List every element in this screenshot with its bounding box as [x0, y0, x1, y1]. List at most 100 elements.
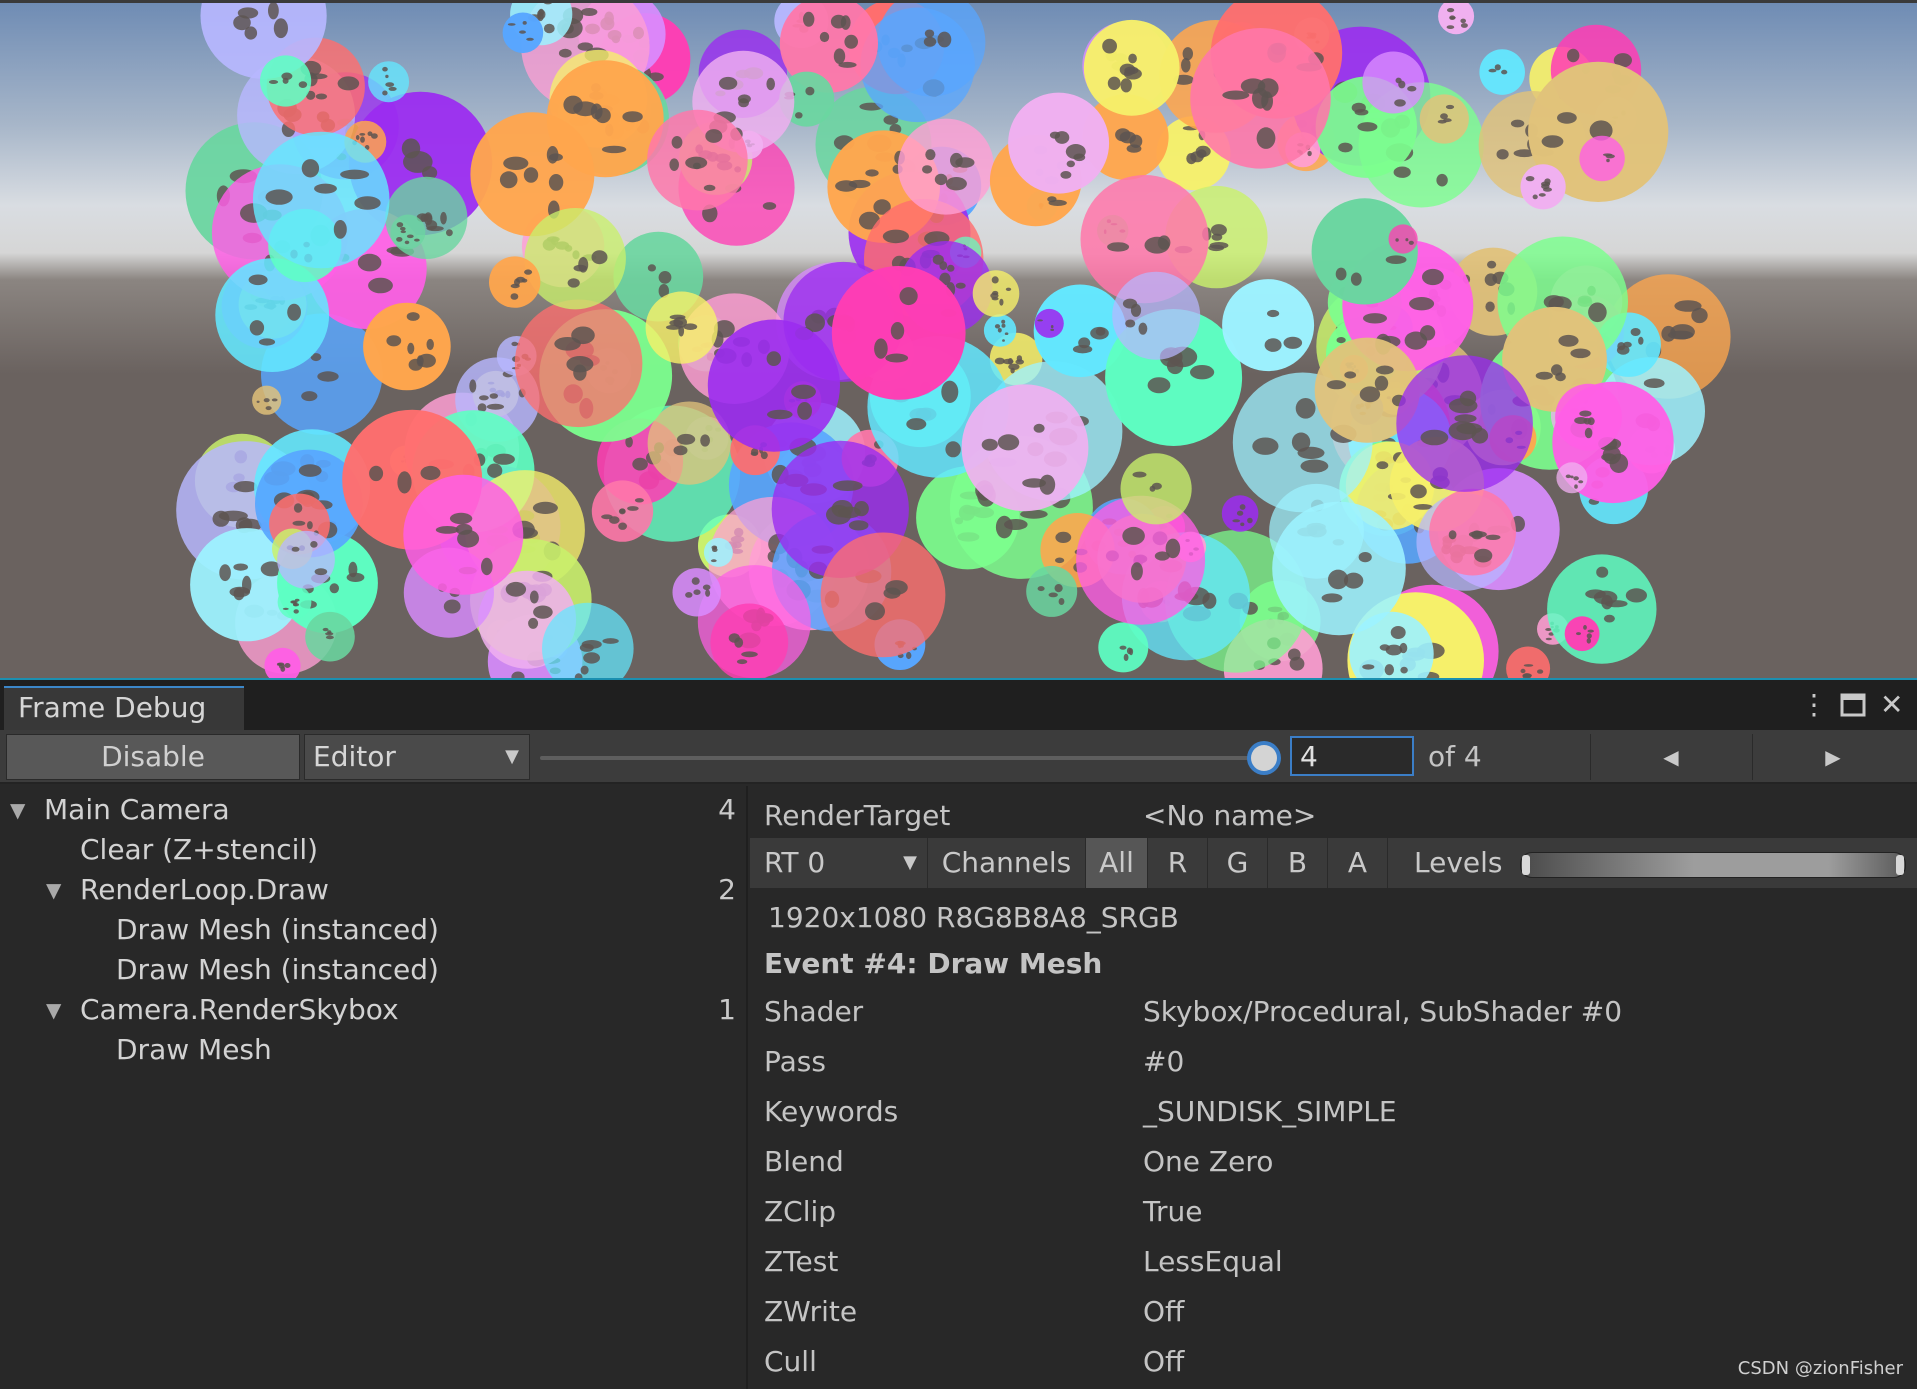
more-options-icon[interactable]: ⋮ — [1800, 688, 1828, 722]
sphere-instance — [1083, 19, 1180, 116]
frame-debugger-window: Frame Debug ⋮ ✕ Disable Editor ▼ of 4 ◀ … — [0, 678, 1917, 1389]
property-key: Pass — [764, 1045, 826, 1078]
tree-row-count: 2 — [718, 873, 736, 906]
sphere-instance — [1098, 622, 1149, 673]
sphere-instance — [1396, 355, 1533, 492]
tree-row[interactable]: ▼ RenderLoop.Draw 2 — [0, 870, 746, 910]
sphere-instance — [305, 611, 355, 662]
event-count-label: of 4 — [1428, 740, 1482, 773]
sphere-instance — [1506, 646, 1551, 678]
channel-button-all[interactable]: All — [1086, 838, 1148, 888]
tree-row[interactable]: ▼ Main Camera 4 — [0, 790, 746, 830]
tab-frame-debug[interactable]: Frame Debug — [4, 686, 244, 730]
tree-row-label: Draw Mesh — [116, 1033, 272, 1066]
rt-select-dropdown[interactable]: RT 0 ▼ — [750, 838, 928, 888]
levels-min-handle[interactable] — [1522, 855, 1530, 875]
sphere-instance — [831, 266, 966, 400]
property-value: _SUNDISK_SIMPLE — [1143, 1095, 1397, 1128]
expand-triangle-icon[interactable]: ▼ — [46, 870, 61, 910]
sphere-instance — [502, 12, 544, 54]
property-value: Skybox/Procedural, SubShader #0 — [1143, 995, 1623, 1028]
expand-triangle-icon[interactable]: ▼ — [46, 990, 61, 1030]
sphere-instance — [1362, 51, 1425, 114]
property-value: #0 — [1143, 1045, 1185, 1078]
event-slider-track[interactable] — [540, 756, 1264, 760]
tab-bar: Frame Debug ⋮ ✕ — [0, 680, 1917, 730]
sphere-instance — [672, 568, 721, 617]
sphere-instance — [385, 176, 468, 259]
channel-button-a[interactable]: A — [1328, 838, 1388, 888]
tree-row[interactable]: Draw Mesh (instanced) — [0, 910, 746, 950]
instanced-spheres — [176, 3, 1731, 678]
render-target-toolbar: RT 0 ▼ Channels All R G B A Levels — [750, 838, 1917, 888]
sphere-instance — [1479, 49, 1525, 95]
property-key: Cull — [764, 1345, 817, 1378]
sphere-instance — [1547, 554, 1657, 664]
sphere-instance — [591, 480, 654, 542]
property-value: Off — [1143, 1345, 1185, 1378]
sphere-instance — [368, 61, 410, 103]
property-value: LessEqual — [1143, 1245, 1283, 1278]
sphere-instance — [1564, 616, 1600, 652]
sphere-instance — [1008, 92, 1110, 194]
tree-row[interactable]: ▼ Camera.RenderSkybox 1 — [0, 990, 746, 1030]
tree-row-label: RenderLoop.Draw — [80, 873, 329, 906]
channel-button-g[interactable]: G — [1208, 838, 1268, 888]
event-title: Event #4: Draw Mesh — [764, 947, 1103, 980]
event-index-input[interactable] — [1290, 736, 1414, 776]
sphere-instance — [1112, 271, 1201, 360]
sphere-instance — [277, 585, 312, 619]
tree-row-label: Main Camera — [44, 793, 230, 826]
event-hierarchy: ▼ Main Camera 4 Clear (Z+stencil) ▼ RenderLoo… — [0, 786, 748, 1389]
levels-range-slider[interactable] — [1520, 852, 1906, 878]
property-key: ZWrite — [764, 1295, 858, 1328]
tree-row-label: Draw Mesh (instanced) — [116, 953, 439, 986]
event-slider-handle[interactable] — [1251, 745, 1277, 771]
property-key: Keywords — [764, 1095, 899, 1128]
sphere-instance — [1438, 3, 1475, 35]
target-dropdown-label: Editor — [313, 740, 396, 773]
tree-row-count: 1 — [718, 993, 736, 1026]
event-details: RenderTarget <No name> RT 0 ▼ Channels A… — [750, 786, 1917, 1389]
frame-debug-toolbar: Disable Editor ▼ of 4 ◀ ▶ — [0, 730, 1917, 784]
sphere-instance — [1579, 135, 1625, 182]
target-dropdown[interactable]: Editor ▼ — [304, 734, 530, 780]
next-event-button[interactable]: ▶ — [1752, 734, 1913, 780]
sphere-instance — [1190, 28, 1331, 169]
sphere-instance — [489, 256, 541, 308]
tree-row[interactable]: Draw Mesh — [0, 1030, 746, 1070]
channels-label: Channels — [928, 838, 1086, 888]
sphere-instance — [252, 131, 390, 269]
tree-row-count: 4 — [718, 793, 736, 826]
close-icon[interactable]: ✕ — [1880, 688, 1903, 722]
render-target-value: <No name> — [1143, 799, 1317, 832]
rt-select-label: RT 0 — [764, 846, 826, 879]
sphere-instance — [707, 319, 841, 452]
channel-button-b[interactable]: B — [1268, 838, 1328, 888]
levels-label: Levels — [1414, 846, 1503, 879]
previous-event-button[interactable]: ◀ — [1590, 734, 1751, 780]
disable-button[interactable]: Disable — [6, 734, 300, 780]
chevron-down-icon: ▼ — [505, 746, 519, 767]
sphere-instance — [277, 530, 335, 589]
tree-row[interactable]: Draw Mesh (instanced) — [0, 950, 746, 990]
sphere-instance — [514, 299, 643, 428]
sphere-instance — [1120, 453, 1192, 525]
sphere-instance — [961, 384, 1089, 512]
sphere-instance — [710, 603, 789, 678]
tree-row-label: Draw Mesh (instanced) — [116, 913, 439, 946]
tree-row-label: Clear (Z+stencil) — [80, 833, 319, 866]
levels-max-handle[interactable] — [1896, 855, 1904, 875]
expand-triangle-icon[interactable]: ▼ — [10, 790, 25, 830]
sphere-instance — [897, 118, 994, 215]
sphere-instance — [820, 532, 946, 658]
sphere-instance — [1520, 164, 1566, 210]
sphere-instance — [524, 208, 626, 310]
channel-button-r[interactable]: R — [1148, 838, 1208, 888]
maximize-icon[interactable] — [1840, 688, 1866, 726]
sphere-instance — [1555, 383, 1622, 451]
property-key: Shader — [764, 995, 864, 1028]
property-key: Blend — [764, 1145, 844, 1178]
sphere-instance — [260, 55, 312, 107]
tree-row[interactable]: Clear (Z+stencil) — [0, 830, 746, 870]
